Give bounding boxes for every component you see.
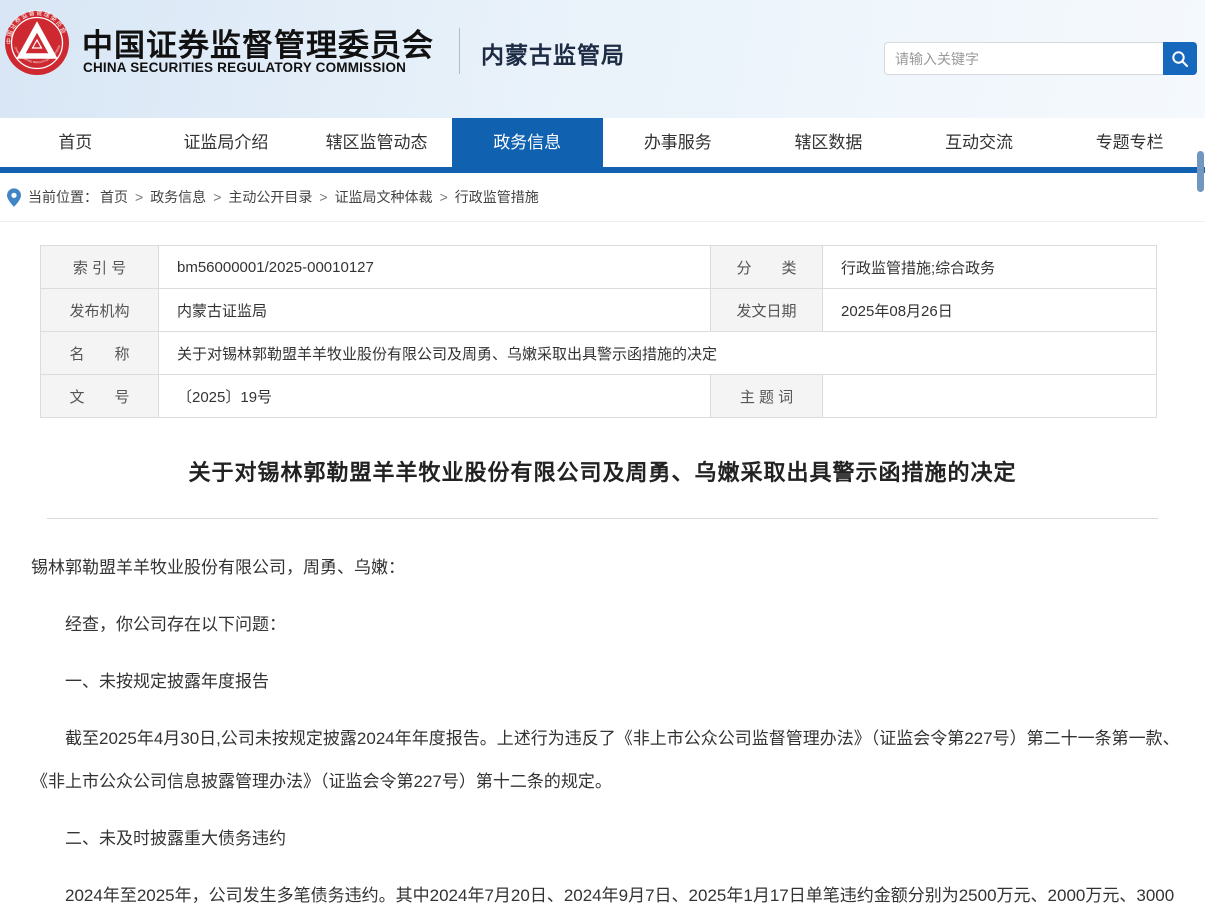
breadcrumb-item-open-directory[interactable]: 主动公开目录 (228, 187, 312, 207)
breadcrumb-separator: > (135, 189, 143, 205)
doc-name-label: 名 称 (41, 332, 159, 375)
article-body: 锡林郭勒盟羊羊牧业股份有限公司，周勇、乌嫩： 经查，你公司存在以下问题： 一、未… (0, 519, 1205, 918)
index-number-label: 索 引 号 (41, 246, 159, 289)
breadcrumb-item-document-type[interactable]: 证监局文种体裁 (335, 187, 433, 207)
article-section-heading-2: 二、未及时披露重大债务违约 (31, 817, 1190, 860)
doc-info-table: 索 引 号 bm56000001/2025-00010127 分 类 行政监管措… (40, 245, 1157, 418)
table-row: 发布机构 内蒙古证监局 发文日期 2025年08月26日 (41, 289, 1157, 332)
site-header: 中国证券监督管理委员会 CHINA SECURITIES REGULATORY … (0, 0, 1205, 118)
breadcrumb-prefix: 当前位置： (28, 187, 98, 207)
main-nav: 首页 证监局介绍 辖区监管动态 政务信息 办事服务 辖区数据 互动交流 专题专栏 (0, 118, 1205, 167)
search-input[interactable] (884, 42, 1163, 75)
csrc-logo-icon[interactable]: 中国证券监督管理委员会 CHINA SECURITIES REGULATORY … (4, 10, 70, 76)
article-title: 关于对锡林郭勒盟羊羊牧业股份有限公司及周勇、乌嫩采取出具警示函措施的决定 (0, 455, 1205, 487)
article-paragraph-salutation: 锡林郭勒盟羊羊牧业股份有限公司，周勇、乌嫩： (31, 546, 1190, 589)
nav-item-home[interactable]: 首页 (0, 118, 151, 167)
header-divider (459, 28, 460, 74)
doc-number-value: 〔2025〕19号 (159, 375, 711, 418)
nav-item-bureau-intro[interactable]: 证监局介绍 (151, 118, 302, 167)
issuing-agency-value: 内蒙古证监局 (159, 289, 711, 332)
issuing-agency-label: 发布机构 (41, 289, 159, 332)
nav-item-services[interactable]: 办事服务 (603, 118, 754, 167)
org-title-cn: 中国证券监督管理委员会 (82, 20, 434, 65)
nav-item-government-info[interactable]: 政务信息 (452, 118, 603, 167)
search-icon (1170, 49, 1190, 69)
article-paragraph: 经查，你公司存在以下问题： (31, 603, 1190, 646)
article-paragraph: 截至2025年4月30日,公司未按规定披露2024年年度报告。上述行为违反了《非… (31, 717, 1190, 803)
nav-item-interaction[interactable]: 互动交流 (904, 118, 1055, 167)
table-row: 文 号 〔2025〕19号 主 题 词 (41, 375, 1157, 418)
location-pin-icon (7, 188, 21, 207)
nav-item-special-topics[interactable]: 专题专栏 (1054, 118, 1205, 167)
breadcrumb-separator: > (440, 189, 448, 205)
nav-item-regional-data[interactable]: 辖区数据 (753, 118, 904, 167)
search-button[interactable] (1163, 42, 1197, 75)
breadcrumb: 当前位置： 首页 > 政务信息 > 主动公开目录 > 证监局文种体裁 > 行政监… (0, 173, 1205, 222)
breadcrumb-separator: > (319, 189, 327, 205)
subject-words-label: 主 题 词 (711, 375, 823, 418)
doc-name-value: 关于对锡林郭勒盟羊羊牧业股份有限公司及周勇、乌嫩采取出具警示函措施的决定 (159, 332, 1157, 375)
doc-number-label: 文 号 (41, 375, 159, 418)
search-box (884, 42, 1197, 75)
scrollbar-thumb[interactable] (1197, 151, 1204, 192)
breadcrumb-item-government-info[interactable]: 政务信息 (150, 187, 206, 207)
nav-item-regional-regulation[interactable]: 辖区监管动态 (301, 118, 452, 167)
article-section-heading-1: 一、未按规定披露年度报告 (31, 660, 1190, 703)
bureau-title: 内蒙古监管局 (481, 36, 625, 70)
main-content: 索 引 号 bm56000001/2025-00010127 分 类 行政监管措… (0, 245, 1205, 918)
category-value: 行政监管措施;综合政务 (823, 246, 1157, 289)
breadcrumb-separator: > (213, 189, 221, 205)
breadcrumb-item-home[interactable]: 首页 (100, 187, 128, 207)
category-label: 分 类 (711, 246, 823, 289)
breadcrumb-item-regulatory-measures[interactable]: 行政监管措施 (455, 187, 539, 207)
issue-date-value: 2025年08月26日 (823, 289, 1157, 332)
subject-words-value (823, 375, 1157, 418)
index-number-value: bm56000001/2025-00010127 (159, 246, 711, 289)
issue-date-label: 发文日期 (711, 289, 823, 332)
org-title-en: CHINA SECURITIES REGULATORY COMMISSION (83, 60, 406, 75)
table-row: 索 引 号 bm56000001/2025-00010127 分 类 行政监管措… (41, 246, 1157, 289)
table-row: 名 称 关于对锡林郭勒盟羊羊牧业股份有限公司及周勇、乌嫩采取出具警示函措施的决定 (41, 332, 1157, 375)
article-paragraph: 2024年至2025年，公司发生多笔债务违约。其中2024年7月20日、2024… (31, 874, 1190, 918)
